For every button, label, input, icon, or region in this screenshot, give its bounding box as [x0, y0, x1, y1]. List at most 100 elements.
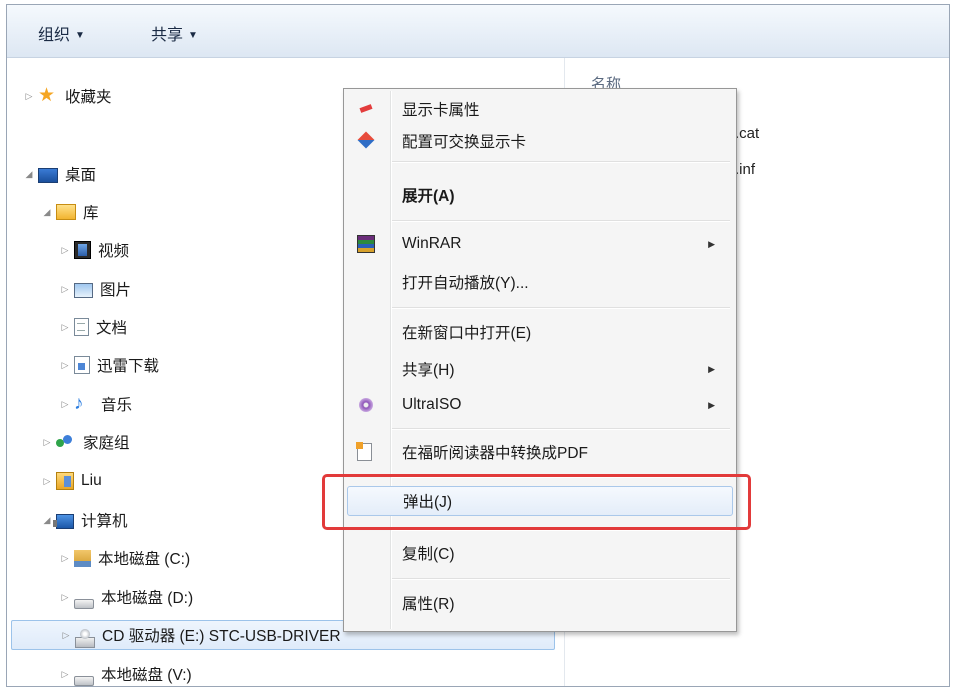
expand-arrow-icon[interactable]: ▷ [41, 437, 53, 448]
expand-arrow-icon[interactable]: ▷ [23, 91, 35, 102]
menu-item-label: UltraISO [402, 396, 462, 413]
video-folder-icon [74, 241, 91, 259]
tree-item-label: 本地磁盘 (V:) [101, 667, 192, 684]
menu-item-winrar[interactable]: WinRAR ▶ [347, 229, 733, 259]
hard-drive-icon [74, 676, 94, 686]
tree-item-music[interactable]: ▷ ♪ 音乐 [59, 389, 132, 419]
tree-item-pictures[interactable]: ▷ 图片 [59, 274, 131, 304]
share-label: 共享 [151, 27, 184, 44]
tree-item-label: 音乐 [101, 397, 133, 414]
tree-item-documents[interactable]: ▷ 文档 [59, 312, 127, 342]
menu-item-label: WinRAR [402, 235, 462, 252]
menu-item-switchable-graphics[interactable]: 配置可交换显示卡 [347, 126, 733, 156]
foxit-pdf-icon [356, 442, 372, 461]
homegroup-icon [56, 433, 76, 451]
tree-item-drive-c[interactable]: ▷ 本地磁盘 (C:) [59, 543, 190, 573]
menu-item-share[interactable]: 共享(H) ▶ [347, 354, 733, 384]
command-bar: 组织 ▼ 共享 ▼ [7, 5, 949, 58]
collapse-arrow-icon[interactable]: ◢ [23, 169, 35, 180]
menu-separator [392, 307, 730, 309]
context-menu: 显示卡属性 配置可交换显示卡 展开(A) WinRAR ▶ 打开自动播放(Y).… [343, 88, 737, 632]
menu-item-foxit-convert-pdf[interactable]: 在福昕阅读器中转换成PDF [347, 437, 733, 467]
collapse-arrow-icon[interactable]: ◢ [41, 207, 53, 218]
tree-item-desktop[interactable]: ◢ 桌面 [23, 159, 96, 189]
menu-item-label: 展开(A) [402, 188, 455, 205]
expand-arrow-icon[interactable]: ▷ [59, 669, 71, 680]
menu-item-label: 配置可交换显示卡 [402, 134, 527, 151]
library-icon [56, 204, 76, 220]
tree-item-label: 本地磁盘 (C:) [98, 551, 191, 568]
tree-item-label: 文档 [96, 320, 128, 337]
expand-arrow-icon[interactable]: ▷ [59, 284, 71, 295]
graphics-switch-icon [357, 132, 375, 150]
tree-item-homegroup[interactable]: ▷ 家庭组 [41, 427, 130, 457]
chevron-down-icon: ▼ [75, 30, 85, 41]
document-icon [74, 318, 89, 336]
expand-arrow-icon[interactable]: ▷ [41, 476, 53, 487]
tree-item-thunder-downloads[interactable]: ▷ 迅雷下载 [59, 350, 159, 380]
menu-item-ultraiso[interactable]: UltraISO ▶ [347, 390, 733, 420]
menu-item-copy[interactable]: 复制(C) [347, 538, 733, 568]
submenu-arrow-icon: ▶ [708, 238, 715, 249]
tree-item-drive-d[interactable]: ▷ 本地磁盘 (D:) [59, 582, 193, 612]
tree-item-label: 收藏夹 [65, 89, 112, 106]
download-folder-icon [74, 356, 90, 374]
menu-item-label: 共享(H) [402, 362, 455, 379]
annotation-highlight-box [322, 474, 751, 530]
tree-item-label: 本地磁盘 (D:) [101, 590, 194, 607]
tree-item-favorites[interactable]: ▷ ★ 收藏夹 [23, 81, 112, 111]
expand-arrow-icon[interactable]: ▷ [59, 245, 71, 256]
submenu-arrow-icon: ▶ [708, 399, 715, 410]
menu-item-open-new-window[interactable]: 在新窗口中打开(E) [347, 317, 733, 347]
winrar-icon [357, 235, 375, 253]
menu-item-label: 在新窗口中打开(E) [402, 325, 532, 342]
menu-item-label: 复制(C) [402, 546, 455, 563]
submenu-arrow-icon: ▶ [708, 363, 715, 374]
collapse-arrow-icon[interactable]: ◢ [41, 515, 53, 526]
desktop-icon [38, 167, 58, 183]
ultraiso-disc-icon [357, 396, 375, 414]
tree-item-label: 迅雷下载 [97, 358, 160, 375]
organize-label: 组织 [38, 27, 71, 44]
menu-item-label: 在福昕阅读器中转换成PDF [402, 445, 589, 462]
expand-arrow-icon[interactable]: ▷ [59, 592, 71, 603]
menu-separator [392, 220, 730, 222]
pictures-icon [74, 282, 93, 298]
tree-item-label: 库 [83, 205, 99, 222]
menu-item-label: 属性(R) [402, 596, 455, 613]
organize-button[interactable]: 组织 ▼ [38, 21, 85, 45]
tree-item-label: CD 驱动器 (E:) STC-USB-DRIVER [102, 628, 341, 645]
expand-arrow-icon[interactable]: ▷ [59, 322, 71, 333]
tree-item-library[interactable]: ◢ 库 [41, 197, 99, 227]
tree-item-label: 视频 [98, 243, 130, 260]
file-item-inf[interactable]: .inf [735, 161, 755, 178]
menu-item-properties[interactable]: 属性(R) [347, 588, 733, 618]
menu-item-autoplay[interactable]: 打开自动播放(Y)... [347, 267, 733, 297]
menu-item-expand[interactable]: 展开(A) [347, 180, 733, 210]
system-drive-icon [74, 549, 91, 567]
chevron-down-icon: ▼ [188, 30, 198, 41]
user-folder-icon [56, 472, 74, 490]
menu-separator [392, 161, 730, 163]
tree-item-drive-v[interactable]: ▷ 本地磁盘 (V:) [59, 659, 192, 686]
expand-arrow-icon[interactable]: ▷ [59, 360, 71, 371]
tree-item-label: 图片 [100, 282, 132, 299]
menu-item-display-card-properties[interactable]: 显示卡属性 [347, 94, 733, 124]
tree-item-computer[interactable]: ◢ 计算机 [41, 505, 128, 535]
tree-item-label: 计算机 [81, 513, 128, 530]
file-item-cat[interactable]: .cat [735, 125, 759, 142]
tree-item-user[interactable]: ▷ Liu [41, 466, 102, 496]
tree-item-videos[interactable]: ▷ 视频 [59, 235, 129, 265]
hard-drive-icon [74, 599, 94, 609]
expand-arrow-icon[interactable]: ▷ [60, 630, 72, 641]
expand-arrow-icon[interactable]: ▷ [59, 399, 71, 410]
music-note-icon: ♪ [74, 393, 84, 414]
tree-item-label: 家庭组 [83, 435, 130, 452]
menu-item-label: 显示卡属性 [402, 102, 480, 119]
menu-item-label: 打开自动播放(Y)... [402, 275, 529, 292]
share-button[interactable]: 共享 ▼ [151, 21, 198, 45]
display-adapter-icon [357, 100, 375, 118]
cd-drive-icon [75, 628, 95, 648]
tree-item-label: Liu [81, 472, 102, 489]
expand-arrow-icon[interactable]: ▷ [59, 553, 71, 564]
